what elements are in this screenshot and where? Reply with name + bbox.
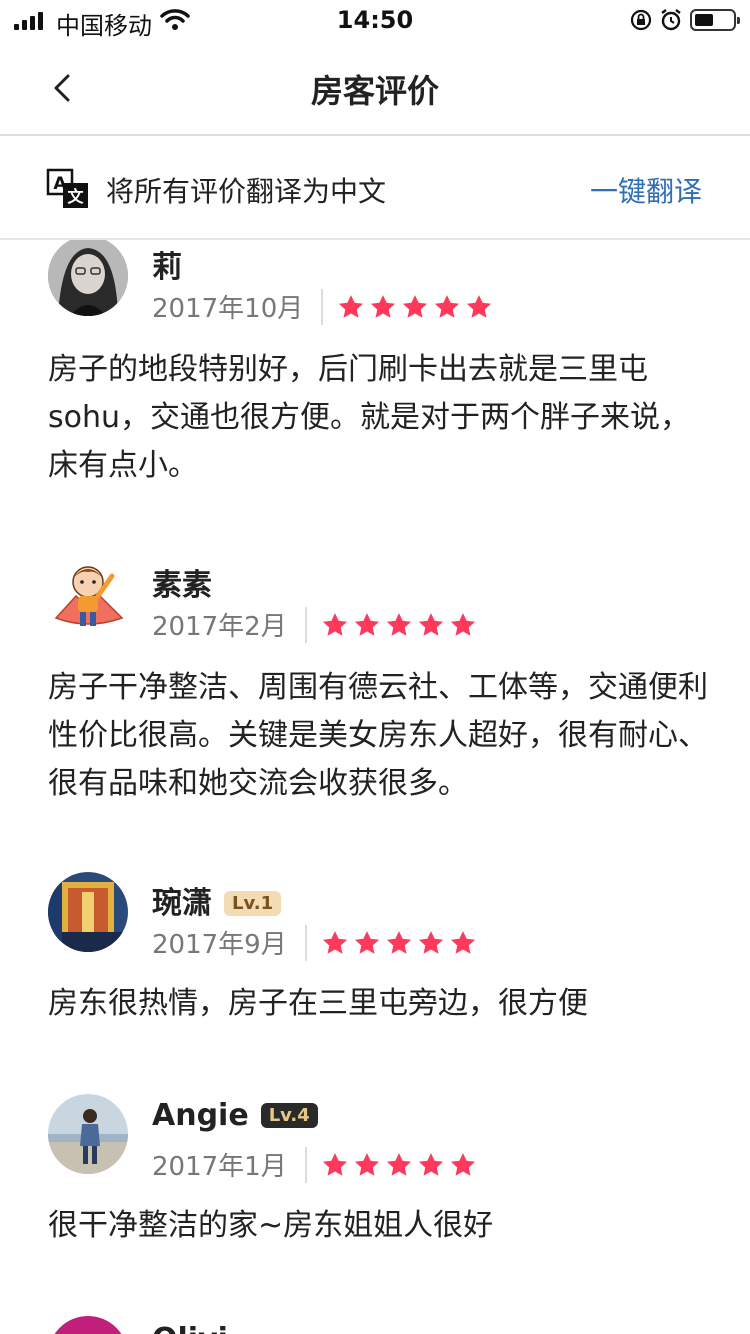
divider xyxy=(304,606,307,643)
battery-icon xyxy=(690,9,740,31)
level-badge: Lv.1 xyxy=(224,891,282,916)
star-icon xyxy=(450,930,475,954)
star-icon xyxy=(386,612,411,636)
star-icon xyxy=(403,294,428,318)
review-meta: 2017年9月 xyxy=(152,924,477,961)
star-icon xyxy=(418,930,443,954)
star-icon xyxy=(450,1152,475,1176)
star-icon xyxy=(322,1152,347,1176)
review-text: 房子干净整洁、周围有德云社、工体等，交通便利性价比很高。关键是美女房东人超好，很… xyxy=(48,670,708,801)
review-meta: 2017年10月 xyxy=(152,288,493,325)
star-rating xyxy=(321,1151,477,1179)
review-meta: 2017年2月 xyxy=(152,606,477,643)
review-date: 2017年2月 xyxy=(152,612,287,642)
star-icon xyxy=(450,612,475,636)
review-list[interactable]: 莉 2017年10月 房子的地段特别好，后门刷卡出去就是三里屯sohu，交通也很… xyxy=(0,240,750,1334)
translate-bar: A 文 将所有评价翻译为中文 一键翻译 xyxy=(0,138,750,240)
reviewer-name: Olivi xyxy=(152,1322,228,1334)
avatar[interactable] xyxy=(48,1316,128,1334)
star-icon xyxy=(354,612,379,636)
star-icon xyxy=(418,1152,443,1176)
star-icon xyxy=(339,294,364,318)
divider xyxy=(321,288,324,325)
divider xyxy=(304,1146,307,1183)
star-icon xyxy=(322,930,347,954)
review-text: 房子的地段特别好，后门刷卡出去就是三里屯sohu，交通也很方便。就是对于两个胖子… xyxy=(48,352,691,483)
star-rating xyxy=(337,293,493,321)
review-date: 2017年10月 xyxy=(152,294,304,324)
divider xyxy=(304,924,307,961)
reviewer-name: 素素 xyxy=(152,568,212,603)
star-icon xyxy=(354,930,379,954)
star-rating xyxy=(321,929,477,957)
avatar[interactable] xyxy=(48,1094,128,1174)
nav-bar: 房客评价 xyxy=(0,40,750,136)
review-date: 2017年9月 xyxy=(152,930,287,960)
translate-icon: A 文 xyxy=(46,168,88,208)
alarm-icon xyxy=(661,9,681,31)
avatar[interactable] xyxy=(48,240,128,316)
avatar[interactable] xyxy=(48,872,128,952)
review-meta: 2017年1月 xyxy=(152,1146,477,1183)
star-icon xyxy=(354,1152,379,1176)
rotation-lock-icon xyxy=(630,9,652,31)
star-icon xyxy=(371,294,396,318)
review-text: 很干净整洁的家~房东姐姐人很好 xyxy=(48,1208,494,1243)
translate-prompt: 将所有评价翻译为中文 xyxy=(106,175,387,208)
translate-all-button[interactable]: 一键翻译 xyxy=(590,170,702,210)
avatar[interactable] xyxy=(48,556,128,636)
level-badge: Lv.4 xyxy=(260,1103,318,1128)
star-icon xyxy=(386,930,411,954)
star-icon xyxy=(467,294,492,318)
reviewer-name: 琬潇 Lv.1 xyxy=(152,878,282,922)
reviewer-name: Angie Lv.4 xyxy=(152,1098,318,1133)
star-rating xyxy=(321,611,477,639)
star-icon xyxy=(418,612,443,636)
star-icon xyxy=(386,1152,411,1176)
svg-text:文: 文 xyxy=(67,187,84,206)
status-bar: 中国移动 14:50 xyxy=(0,0,750,40)
page-title: 房客评价 xyxy=(310,72,439,110)
reviewer-name: 莉 xyxy=(152,250,182,285)
review-text: 房东很热情，房子在三里屯旁边，很方便 xyxy=(48,986,588,1021)
review-date: 2017年1月 xyxy=(152,1152,287,1182)
star-icon xyxy=(322,612,347,636)
star-icon xyxy=(435,294,460,318)
